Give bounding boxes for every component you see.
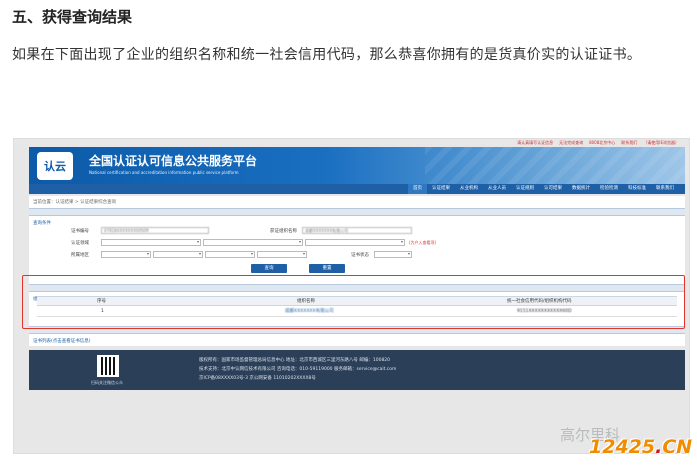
field-select[interactable] <box>101 239 201 246</box>
nav-item-statistics[interactable]: 数据统计 <box>567 184 595 194</box>
nav-item-rules[interactable]: 认证规则 <box>511 184 539 194</box>
footer-icp: 京ICP备08XXXX03号-3 京公网安备 11010202XXXX8号 <box>199 376 316 381</box>
article-heading: 五、获得查询结果 <box>12 8 133 26</box>
status-label: 证书状态 <box>351 253 369 258</box>
query-button[interactable]: 查询 <box>251 264 287 273</box>
region-city-select[interactable] <box>153 251 203 258</box>
nav-item-standards[interactable]: 科技标准 <box>623 184 651 194</box>
org-name-input[interactable]: 成都XXXXXXX有限公司 <box>302 227 412 234</box>
topbar-link[interactable]: 请认真填写认证信息 <box>517 139 553 147</box>
nav-item-agencies[interactable]: 从业机构 <box>455 184 483 194</box>
region-district-select[interactable] <box>205 251 255 258</box>
nav-item-testing[interactable]: 检验检测 <box>595 184 623 194</box>
site-footer: 扫码关注微信公众 版权所有：国家市场监督管理总局信息中心 地址：北京市西城区三里… <box>29 350 685 390</box>
main-nav: 首页 认证结果 从业机构 从业人员 认证规则 认可结果 数据统计 检验检测 科技… <box>29 184 685 194</box>
qr-code-icon <box>97 355 119 377</box>
field-label: 认证领域 <box>71 241 89 246</box>
highlight-frame <box>22 275 685 329</box>
site-subtitle: National certification and accreditation… <box>89 170 239 175</box>
field-detail-select[interactable] <box>305 239 405 246</box>
nav-item-contact[interactable]: 联系我们 <box>651 184 679 194</box>
site-title: 全国认证认可信息公共服务平台 <box>89 154 258 168</box>
region-extra-select[interactable] <box>257 251 307 258</box>
qr-caption: 扫码关注微信公众 <box>91 380 123 385</box>
nav-item-personnel[interactable]: 从业人员 <box>483 184 511 194</box>
site-topbar: 请认真填写认证信息 无法完成查询 8008北京中心 联系我们 （请使用IE浏览器… <box>29 139 685 147</box>
stamp-domain: CN <box>662 436 693 458</box>
footer-support: 技术支持：北京中认网信技术有限公司 咨询电话：010-59119000 服务邮箱… <box>199 367 397 372</box>
nav-item-accreditation[interactable]: 认可结果 <box>539 184 567 194</box>
query-section-header: 查询条件 <box>29 208 685 226</box>
nav-item-cert-results[interactable]: 认证结果 <box>427 184 455 194</box>
region-label: 所属地区 <box>71 253 89 258</box>
site-logo-icon[interactable]: 认云 <box>37 152 73 180</box>
cert-no-input[interactable]: 07818XXXXXXX00S0R <box>101 227 209 234</box>
article-paragraph: 如果在下面出现了企业的组织名称和统一社会信用代码，那么恭喜你拥有的是货真价实的认… <box>12 47 642 63</box>
nav-item-home[interactable]: 首页 <box>408 184 427 194</box>
site-banner: 认云 全国认证认可信息公共服务平台 National certification… <box>29 147 685 184</box>
field-hint: (为户入查看项) <box>409 240 437 245</box>
status-select[interactable] <box>374 251 412 258</box>
topbar-link[interactable]: 8008北京中心 <box>589 139 615 147</box>
stamp-number: 12425 <box>589 436 656 458</box>
topbar-link[interactable]: 无法完成查询 <box>559 139 583 147</box>
breadcrumb: 当前位置：认证结果 > 认证结果综合查询 <box>33 200 117 205</box>
site-stamp: 12425.CN <box>589 436 692 458</box>
topbar-link[interactable]: （请使用IE浏览器） <box>643 139 679 147</box>
query-section-title: 查询条件 <box>33 221 51 226</box>
field-sub-select[interactable] <box>203 239 303 246</box>
region-province-select[interactable] <box>101 251 151 258</box>
cert-no-label: 证书编号 <box>71 229 89 234</box>
reset-button[interactable]: 重置 <box>309 264 345 273</box>
topbar-link[interactable]: 联系我们 <box>621 139 637 147</box>
org-name-label: 获证组织名称 <box>270 229 297 234</box>
footer-copyright: 版权所有：国家市场监督管理总局信息中心 地址：北京市西城区三里河东路八号 邮编：… <box>199 358 391 363</box>
cert-section-title: 证书列表(点击查看证书信息) <box>33 339 91 344</box>
